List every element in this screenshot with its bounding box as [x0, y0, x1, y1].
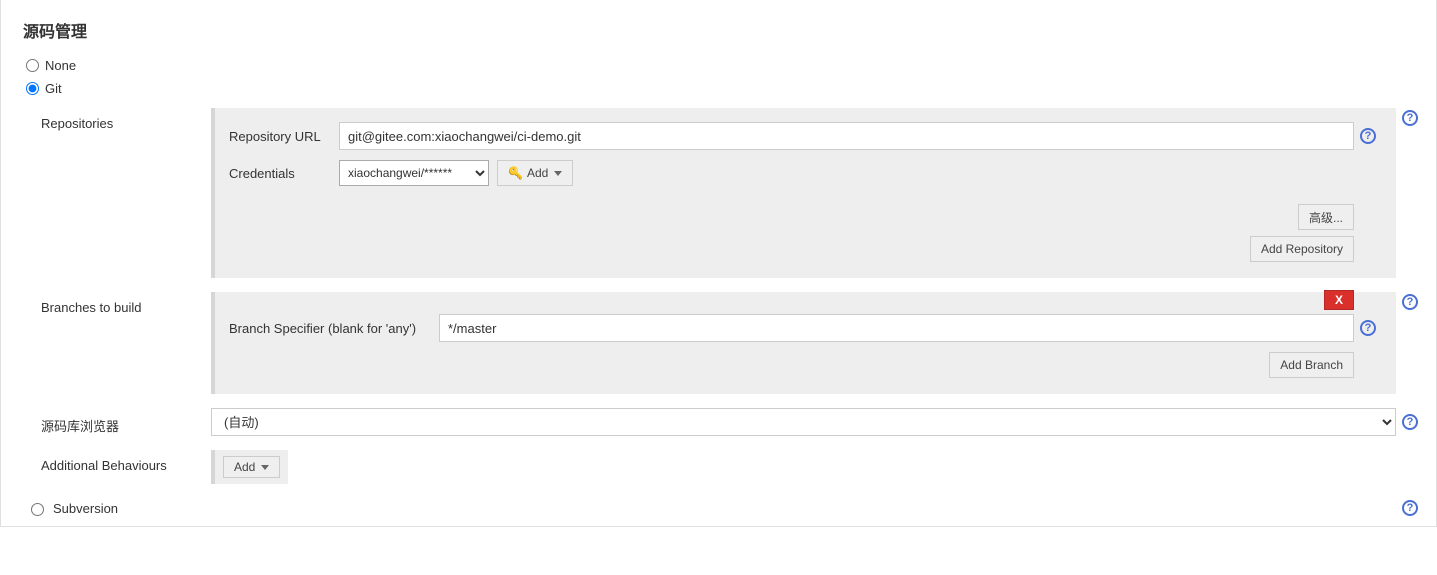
add-credential-label: Add — [527, 166, 548, 180]
branch-specifier-input[interactable] — [439, 314, 1354, 342]
branch-panel: X Branch Specifier (blank for 'any') ? A… — [211, 292, 1396, 394]
credentials-select[interactable]: xiaochangwei/****** — [339, 160, 489, 186]
add-branch-button[interactable]: Add Branch — [1269, 352, 1354, 378]
add-repository-button[interactable]: Add Repository — [1250, 236, 1354, 262]
radio-git[interactable] — [26, 82, 39, 95]
help-icon[interactable]: ? — [1360, 320, 1376, 336]
add-credential-button[interactable]: 🔑 Add — [497, 160, 573, 186]
help-icon[interactable]: ? — [1360, 128, 1376, 144]
radio-none[interactable] — [26, 59, 39, 72]
branches-label: Branches to build — [41, 292, 211, 315]
add-behaviour-label: Add — [234, 460, 255, 474]
git-config-block: Repositories Repository URL ? Credential… — [41, 108, 1424, 484]
radio-subversion[interactable] — [31, 503, 44, 516]
repository-panel: Repository URL ? Credentials xiaochangwe — [211, 108, 1396, 278]
help-icon[interactable]: ? — [1402, 500, 1418, 516]
advanced-button[interactable]: 高级... — [1298, 204, 1354, 230]
behaviours-row: Additional Behaviours Add — [41, 450, 1424, 484]
radio-subversion-label[interactable]: Subversion — [53, 501, 118, 516]
section-title: 源码管理 — [1, 0, 1436, 54]
scm-option-git[interactable]: Git — [1, 77, 1436, 100]
chevron-down-icon — [554, 171, 562, 176]
branch-specifier-label: Branch Specifier (blank for 'any') — [229, 321, 439, 336]
help-icon[interactable]: ? — [1402, 294, 1418, 310]
behaviours-panel: Add — [211, 450, 288, 484]
help-icon[interactable]: ? — [1402, 110, 1418, 126]
add-behaviour-button[interactable]: Add — [223, 456, 280, 478]
repo-url-label: Repository URL — [229, 129, 339, 144]
repo-url-input[interactable] — [339, 122, 1354, 150]
repositories-row: Repositories Repository URL ? Credential… — [41, 108, 1424, 278]
scm-option-none[interactable]: None — [1, 54, 1436, 77]
credentials-label: Credentials — [229, 166, 339, 181]
scm-section: 源码管理 None Git Repositories Repository UR… — [0, 0, 1437, 527]
radio-none-label[interactable]: None — [45, 58, 76, 73]
scm-option-subversion-row: Subversion ? — [1, 490, 1436, 516]
credentials-row: Credentials xiaochangwei/****** 🔑 Add — [229, 160, 1382, 186]
delete-branch-button[interactable]: X — [1324, 290, 1354, 310]
help-icon[interactable]: ? — [1402, 414, 1418, 430]
repositories-label: Repositories — [41, 108, 211, 131]
chevron-down-icon — [261, 465, 269, 470]
browser-label: 源码库浏览器 — [41, 408, 211, 435]
key-icon: 🔑 — [508, 166, 523, 180]
radio-git-label[interactable]: Git — [45, 81, 62, 96]
branches-row: Branches to build X Branch Specifier (bl… — [41, 292, 1424, 394]
browser-select[interactable]: (自动) — [211, 408, 1396, 436]
behaviours-label: Additional Behaviours — [41, 450, 211, 473]
repo-url-row: Repository URL ? — [229, 122, 1382, 150]
scm-option-subversion[interactable]: Subversion — [26, 500, 118, 516]
branch-specifier-row: Branch Specifier (blank for 'any') ? — [229, 314, 1382, 342]
browser-row: 源码库浏览器 (自动) ? — [41, 408, 1424, 436]
